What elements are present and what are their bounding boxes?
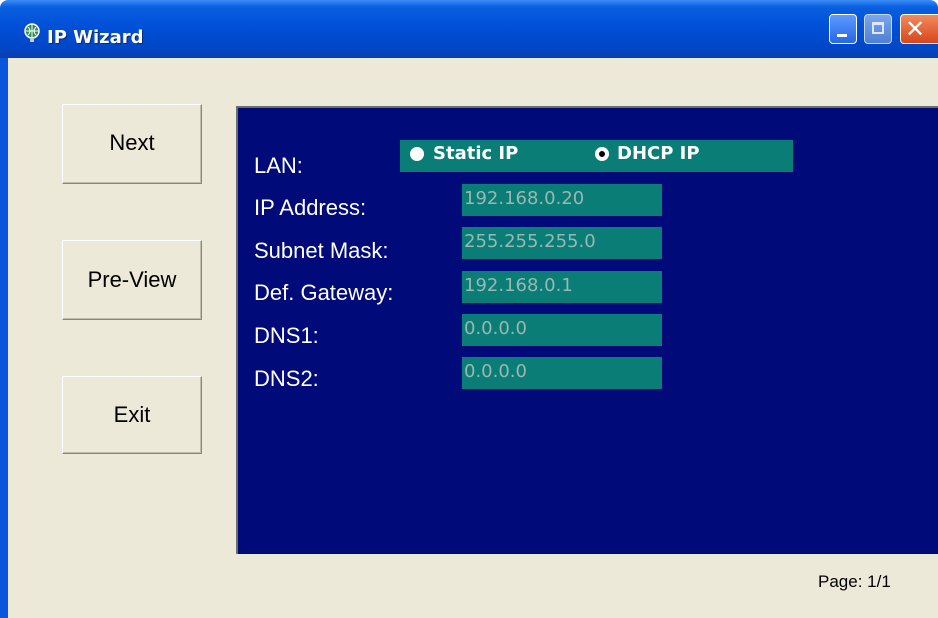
maximize-button[interactable] xyxy=(864,14,892,44)
exit-button[interactable]: Exit xyxy=(62,376,202,454)
subnet-mask-label: Subnet Mask: xyxy=(254,238,389,263)
ip-wizard-globe-icon xyxy=(24,23,40,42)
window-title: IP Wizard xyxy=(47,27,144,48)
close-icon: ✕ xyxy=(905,15,926,43)
dns2-field[interactable]: 0.0.0.0 xyxy=(462,357,662,389)
subnet-mask-field[interactable]: 255.255.255.0 xyxy=(462,227,662,259)
static-ip-radio[interactable] xyxy=(410,147,424,161)
dhcp-ip-radio[interactable] xyxy=(595,147,609,161)
window-frame-left xyxy=(0,58,8,618)
ip-address-field[interactable]: 192.168.0.20 xyxy=(462,184,662,216)
close-button[interactable]: ✕ xyxy=(900,14,938,44)
title-bar[interactable]: IP Wizard ✕ xyxy=(0,0,938,58)
dhcp-ip-radio-label[interactable]: DHCP IP xyxy=(617,143,700,164)
ip-address-label: IP Address: xyxy=(254,195,367,220)
preview-button[interactable]: Pre-View xyxy=(62,240,202,320)
minimize-icon xyxy=(837,34,847,37)
dns1-field[interactable]: 0.0.0.0 xyxy=(462,314,662,346)
dns2-label: DNS2: xyxy=(254,366,319,391)
maximize-icon xyxy=(872,22,884,34)
ip-wizard-window: IP Wizard ✕ Next Pre-View Exit LAN: Stat… xyxy=(0,0,938,618)
page-indicator: Page: 1/1 xyxy=(818,572,891,591)
default-gateway-field[interactable]: 192.168.0.1 xyxy=(462,271,662,303)
static-ip-radio-label[interactable]: Static IP xyxy=(433,143,518,164)
default-gateway-label: Def. Gateway: xyxy=(254,280,394,305)
next-button[interactable]: Next xyxy=(62,104,202,184)
lan-label: LAN: xyxy=(254,153,303,178)
minimize-button[interactable] xyxy=(829,14,857,44)
dns1-label: DNS1: xyxy=(254,323,319,348)
